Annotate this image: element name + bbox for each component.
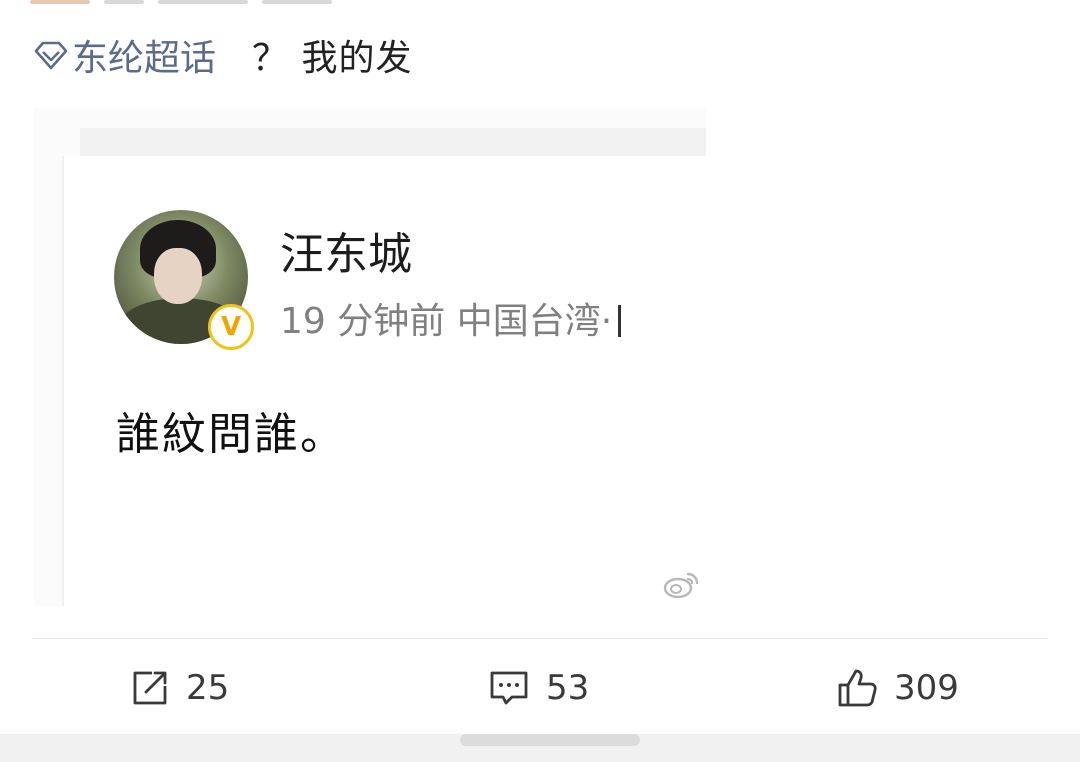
embedded-screenshot[interactable]: V 汪东城 19 分钟前 中国台湾· 誰紋問誰。	[34, 108, 706, 606]
share-count: 25	[186, 668, 230, 708]
cut-off-header	[30, 0, 450, 6]
comment-count: 53	[546, 668, 590, 708]
author-name: 汪东城	[280, 229, 412, 280]
post-content: 东纶超话 ？ 我的发	[34, 30, 412, 80]
cut-off-fragment	[262, 0, 332, 4]
comment-button[interactable]: 53	[488, 662, 589, 714]
post-text: ？ 我的发	[252, 38, 413, 79]
post-meta-text: 19 分钟前 中国台湾·	[280, 301, 613, 342]
thumbs-up-icon	[838, 669, 877, 707]
verified-badge: V	[208, 304, 254, 350]
supertopic-link[interactable]: 东纶超话	[34, 29, 216, 81]
share-button[interactable]: 25	[130, 662, 229, 714]
like-button[interactable]: 309	[836, 662, 959, 714]
comment-icon	[490, 671, 528, 705]
divider	[32, 638, 1048, 639]
cut-off-fragment	[30, 0, 90, 4]
like-count: 309	[894, 668, 959, 708]
bottom-separator	[0, 734, 1080, 762]
share-icon	[133, 671, 167, 705]
cut-off-fragment	[104, 0, 144, 4]
cut-off-fragment	[158, 0, 248, 4]
weibo-post: 东纶超话 ？ 我的发 V 汪东城 19 分钟前 中国台湾· 誰紋問誰。 25 5…	[0, 0, 1080, 762]
post-meta: 19 分钟前 中国台湾·	[280, 292, 622, 344]
diamond-icon	[34, 41, 68, 70]
embedded-post-text: 誰紋問誰。	[116, 409, 346, 460]
weibo-icon	[663, 572, 699, 599]
supertopic-label: 东纶超话	[72, 38, 217, 79]
